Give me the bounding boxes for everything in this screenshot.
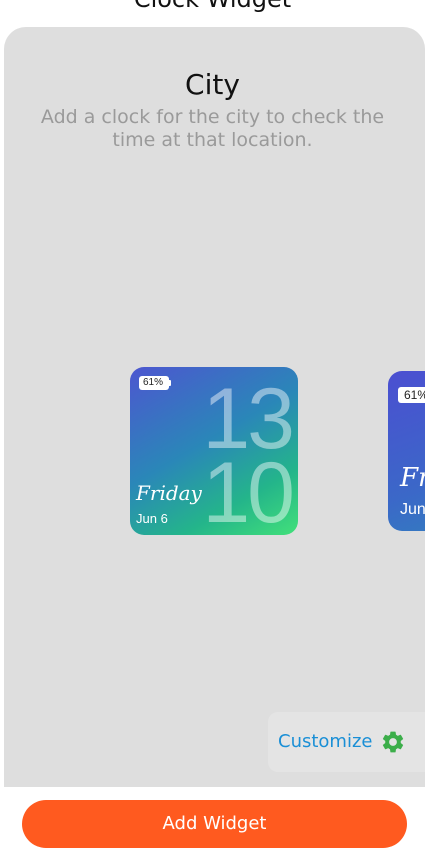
next-widget-preview[interactable]: 61% Fr Jun	[388, 371, 425, 531]
header-title: Clock Widget	[0, 0, 425, 14]
card-title: City	[185, 68, 240, 101]
clock-date: Jun 6	[136, 511, 168, 526]
clock-minute: 10	[202, 445, 295, 535]
customize-label: Customize	[278, 731, 373, 752]
card-description: Add a clock for the city to check the ti…	[40, 106, 385, 151]
add-widget-button[interactable]: Add Widget	[22, 800, 407, 848]
customize-button[interactable]: Customize	[268, 712, 425, 772]
gear-icon	[382, 731, 404, 753]
battery-badge: 61%	[139, 376, 172, 390]
clock-day: Fr	[400, 463, 425, 493]
clock-day: Friday	[136, 481, 202, 505]
clock-date: Jun	[400, 501, 425, 518]
battery-badge: 61%	[398, 387, 425, 403]
screen: Clock Widget City Add a clock for the ci…	[0, 0, 425, 852]
clock-widget-preview[interactable]: 61% 13 10 Friday Jun 6	[130, 367, 298, 535]
